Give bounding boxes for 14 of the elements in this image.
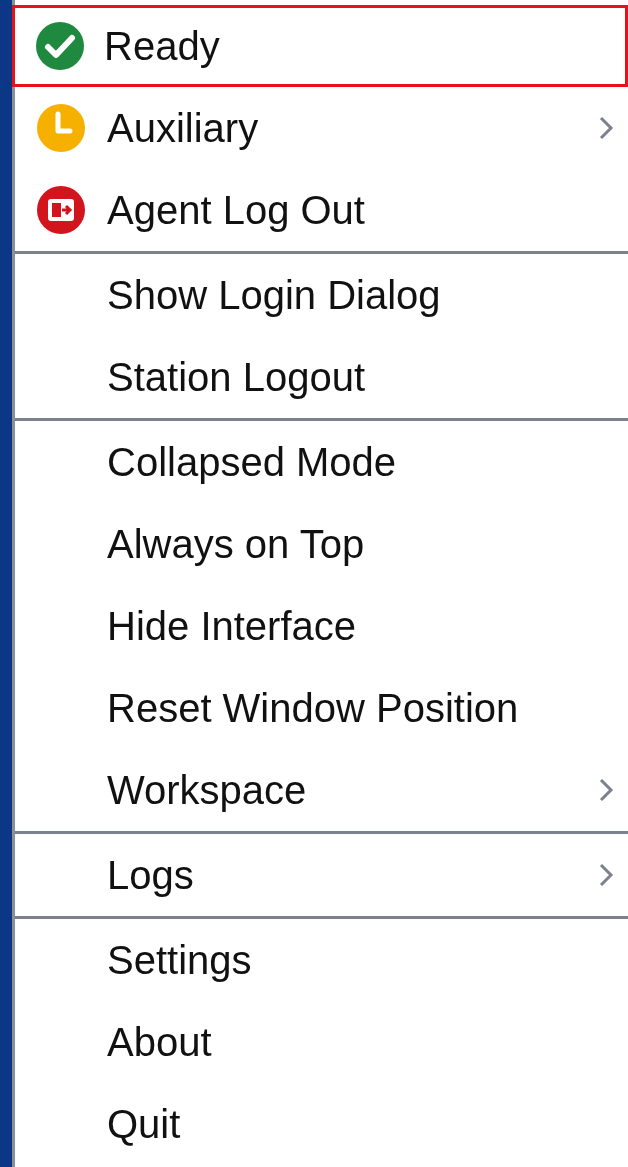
- menu-item[interactable]: Settings: [15, 919, 628, 1001]
- menu-item[interactable]: Workspace: [15, 749, 628, 831]
- menu-item[interactable]: Always on Top: [15, 503, 628, 585]
- menu-item[interactable]: Show Login Dialog: [15, 254, 628, 336]
- menu-item[interactable]: Station Logout: [15, 336, 628, 418]
- menu-item[interactable]: Collapsed Mode: [15, 421, 628, 503]
- menu-item[interactable]: Agent Log Out: [15, 169, 628, 251]
- menu-item[interactable]: Logs: [15, 834, 628, 916]
- menu-item[interactable]: Ready: [12, 5, 628, 87]
- menu-item[interactable]: About: [15, 1001, 628, 1083]
- menu-item[interactable]: Reset Window Position: [15, 667, 628, 749]
- menu-item[interactable]: Quit: [15, 1083, 628, 1165]
- menu-item[interactable]: Auxiliary: [15, 87, 628, 169]
- menu-item[interactable]: Hide Interface: [15, 585, 628, 667]
